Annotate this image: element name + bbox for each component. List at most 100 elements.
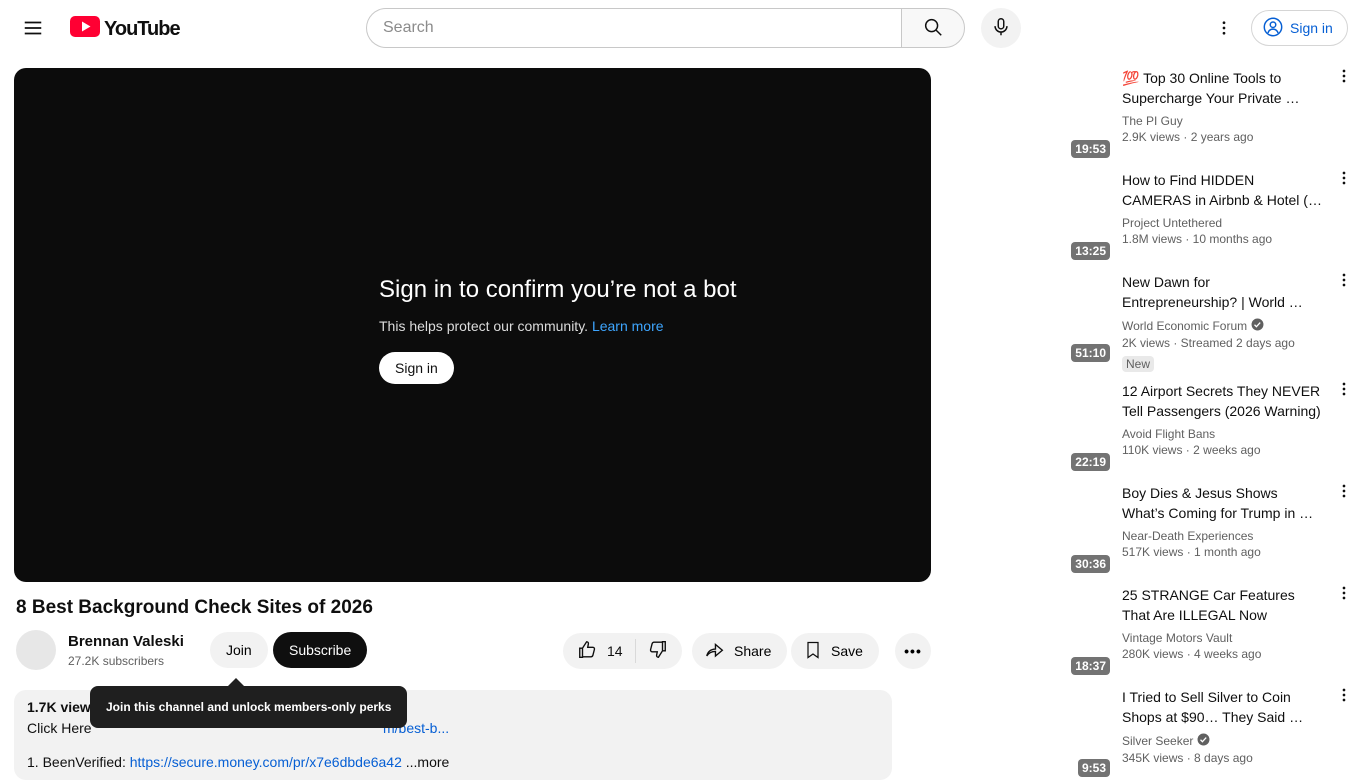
duration-badge: 9:53 xyxy=(1077,759,1110,777)
related-video-meta: 2.9K views · 2 years ago xyxy=(1122,130,1254,144)
verified-badge-icon xyxy=(1197,733,1210,749)
join-button[interactable]: Join xyxy=(210,632,268,668)
verified-badge-icon xyxy=(1251,318,1264,334)
like-button[interactable]: 14 xyxy=(563,633,635,669)
related-video-meta: 1.8M views · 10 months ago xyxy=(1122,232,1273,246)
thumbs-up-icon xyxy=(577,639,599,664)
overlay-title: Sign in to confirm you’re not a bot xyxy=(379,276,737,303)
related-video-meta: 2K views · Streamed 2 days ago xyxy=(1122,336,1295,350)
related-kebab-icon[interactable] xyxy=(1332,687,1356,711)
share-button[interactable]: Share xyxy=(692,633,788,669)
related-video-item[interactable]: 51:10 New Dawn for Entrepreneurship? | W… xyxy=(946,272,1356,373)
save-label: Save xyxy=(831,643,863,659)
youtube-logo-text: YouTube xyxy=(104,17,181,40)
related-video-title[interactable]: 25 STRANGE Car Features That Are ILLEGAL… xyxy=(1122,585,1322,625)
search-button[interactable] xyxy=(901,8,965,48)
more-actions-button[interactable]: ••• xyxy=(895,633,931,669)
overlay-signin-button[interactable]: Sign in xyxy=(379,352,454,384)
dislike-button[interactable] xyxy=(636,633,682,669)
video-thumbnail[interactable]: 19:53 xyxy=(946,68,1114,162)
signin-button[interactable]: Sign in xyxy=(1251,10,1348,46)
related-video-meta: 110K views · 2 weeks ago xyxy=(1122,443,1261,457)
related-kebab-icon[interactable] xyxy=(1332,585,1356,609)
related-channel-row[interactable]: Avoid Flight Bans xyxy=(1122,427,1322,441)
related-kebab-icon[interactable] xyxy=(1332,170,1356,194)
related-video-title[interactable]: 12 Airport Secrets They NEVER Tell Passe… xyxy=(1122,381,1322,421)
video-details: 💯 Top 30 Online Tools to Supercharge You… xyxy=(1122,68,1324,162)
channel-avatar[interactable] xyxy=(16,630,56,670)
related-video-item[interactable]: 18:37 25 STRANGE Car Features That Are I… xyxy=(946,585,1356,679)
video-thumbnail[interactable]: 51:10 xyxy=(946,272,1114,366)
video-details: 12 Airport Secrets They NEVER Tell Passe… xyxy=(1122,381,1324,475)
related-channel-row[interactable]: Project Untethered xyxy=(1122,216,1322,230)
related-channel-name: World Economic Forum xyxy=(1122,319,1248,333)
video-details: New Dawn for Entrepreneurship? | World …… xyxy=(1122,272,1324,373)
related-kebab-icon[interactable] xyxy=(1332,483,1356,507)
video-details: I Tried to Sell Silver to Coin Shops at … xyxy=(1122,687,1324,781)
video-thumbnail[interactable]: 30:36 xyxy=(946,483,1114,577)
related-kebab-icon[interactable] xyxy=(1332,381,1356,405)
related-channel-row[interactable]: World Economic Forum xyxy=(1122,318,1322,334)
video-thumbnail[interactable]: 9:53 xyxy=(946,687,1114,781)
duration-badge: 51:10 xyxy=(1071,344,1110,362)
duration-badge: 19:53 xyxy=(1071,140,1110,158)
youtube-play-icon xyxy=(70,16,100,42)
bookmark-icon xyxy=(803,640,823,663)
related-channel-name: The PI Guy xyxy=(1122,114,1183,128)
duration-badge: 18:37 xyxy=(1071,657,1110,675)
video-thumbnail[interactable]: 13:25 xyxy=(946,170,1114,264)
related-video-meta: 280K views · 4 weeks ago xyxy=(1122,647,1262,661)
bot-check-overlay: Sign in to confirm you’re not a bot This… xyxy=(379,276,737,384)
related-channel-name: Project Untethered xyxy=(1122,216,1223,230)
related-video-title[interactable]: How to Find HIDDEN CAMERAS in Airbnb & H… xyxy=(1122,170,1322,210)
top-app-bar: YouTube Sign in xyxy=(0,0,1366,56)
related-video-title[interactable]: I Tried to Sell Silver to Coin Shops at … xyxy=(1122,687,1322,727)
learn-more-link[interactable]: Learn more xyxy=(592,318,664,334)
related-video-item[interactable]: 19:53 💯 Top 30 Online Tools to Superchar… xyxy=(946,68,1356,162)
save-button[interactable]: Save xyxy=(791,633,879,669)
channel-name[interactable]: Brennan Valeski xyxy=(68,633,184,650)
related-video-title[interactable]: Boy Dies & Jesus Shows What’s Coming for… xyxy=(1122,483,1322,523)
person-icon xyxy=(1262,16,1284,41)
related-video-meta: 517K views · 1 month ago xyxy=(1122,545,1261,559)
topbar-kebab-icon[interactable] xyxy=(1212,16,1236,40)
search-bar xyxy=(366,8,965,48)
related-channel-row[interactable]: Vintage Motors Vault xyxy=(1122,631,1322,645)
related-channel-name: Vintage Motors Vault xyxy=(1122,631,1233,645)
video-thumbnail[interactable]: 18:37 xyxy=(946,585,1114,679)
related-kebab-icon[interactable] xyxy=(1332,272,1356,296)
video-title: 8 Best Background Check Sites of 2026 xyxy=(16,597,373,618)
channel-row: Brennan Valeski 27.2K subscribers Join S… xyxy=(0,630,931,672)
related-video-title[interactable]: New Dawn for Entrepreneurship? | World … xyxy=(1122,272,1322,312)
subscriber-count: 27.2K subscribers xyxy=(68,654,165,668)
related-kebab-icon[interactable] xyxy=(1332,68,1356,92)
duration-badge: 22:19 xyxy=(1071,453,1110,471)
video-details: 25 STRANGE Car Features That Are ILLEGAL… xyxy=(1122,585,1324,679)
related-channel-row[interactable]: Near-Death Experiences xyxy=(1122,529,1322,543)
related-video-item[interactable]: 30:36 Boy Dies & Jesus Shows What’s Comi… xyxy=(946,483,1356,577)
search-input[interactable] xyxy=(366,8,901,48)
related-video-item[interactable]: 13:25 How to Find HIDDEN CAMERAS in Airb… xyxy=(946,170,1356,264)
share-label: Share xyxy=(734,643,772,659)
subscribe-button[interactable]: Subscribe xyxy=(273,632,368,668)
video-thumbnail[interactable]: 22:19 xyxy=(946,381,1114,475)
related-video-item[interactable]: 9:53 I Tried to Sell Silver to Coin Shop… xyxy=(946,687,1356,781)
related-video-item[interactable]: 22:19 12 Airport Secrets They NEVER Tell… xyxy=(946,381,1356,475)
like-dislike-group: 14 xyxy=(563,633,682,669)
related-channel-name: Avoid Flight Bans xyxy=(1122,427,1216,441)
related-channel-row[interactable]: Silver Seeker xyxy=(1122,733,1322,749)
description-line: Click Here xyxy=(27,720,92,736)
related-channel-row[interactable]: The PI Guy xyxy=(1122,114,1322,128)
video-details: How to Find HIDDEN CAMERAS in Airbnb & H… xyxy=(1122,170,1324,264)
duration-badge: 30:36 xyxy=(1071,555,1110,573)
youtube-logo[interactable]: YouTube xyxy=(70,16,181,42)
join-tooltip: Join this channel and unlock members-onl… xyxy=(90,678,408,728)
related-channel-name: Silver Seeker xyxy=(1122,734,1194,748)
mic-button[interactable] xyxy=(981,8,1021,48)
hamburger-menu-icon[interactable] xyxy=(20,16,46,40)
video-player[interactable]: Sign in to confirm you’re not a bot This… xyxy=(14,68,931,582)
overlay-subtitle: This helps protect our community. Learn … xyxy=(379,318,664,334)
related-video-title[interactable]: 💯 Top 30 Online Tools to Supercharge You… xyxy=(1122,68,1322,108)
share-icon xyxy=(704,639,726,664)
signin-label: Sign in xyxy=(1290,20,1333,36)
